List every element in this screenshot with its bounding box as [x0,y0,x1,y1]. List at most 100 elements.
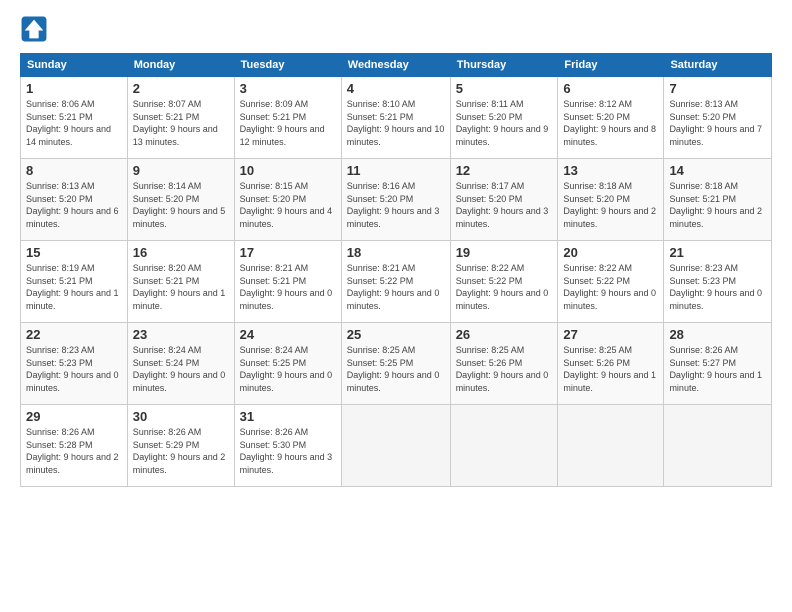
day-info: Sunrise: 8:24 AMSunset: 5:25 PMDaylight:… [240,344,336,394]
day-number: 24 [240,327,336,342]
day-number: 19 [456,245,553,260]
calendar-table: SundayMondayTuesdayWednesdayThursdayFrid… [20,53,772,487]
day-number: 8 [26,163,122,178]
day-info: Sunrise: 8:26 AMSunset: 5:28 PMDaylight:… [26,426,122,476]
calendar-cell: 10 Sunrise: 8:15 AMSunset: 5:20 PMDaylig… [234,159,341,241]
weekday-header-tuesday: Tuesday [234,54,341,77]
calendar-cell: 5 Sunrise: 8:11 AMSunset: 5:20 PMDayligh… [450,77,558,159]
day-info: Sunrise: 8:18 AMSunset: 5:20 PMDaylight:… [563,180,658,230]
day-number: 12 [456,163,553,178]
calendar-cell: 3 Sunrise: 8:09 AMSunset: 5:21 PMDayligh… [234,77,341,159]
day-number: 22 [26,327,122,342]
day-number: 27 [563,327,658,342]
calendar-cell: 15 Sunrise: 8:19 AMSunset: 5:21 PMDaylig… [21,241,128,323]
day-info: Sunrise: 8:18 AMSunset: 5:21 PMDaylight:… [669,180,766,230]
weekday-header-sunday: Sunday [21,54,128,77]
calendar-cell: 11 Sunrise: 8:16 AMSunset: 5:20 PMDaylig… [341,159,450,241]
day-info: Sunrise: 8:23 AMSunset: 5:23 PMDaylight:… [669,262,766,312]
weekday-header-wednesday: Wednesday [341,54,450,77]
day-number: 6 [563,81,658,96]
calendar-cell: 31 Sunrise: 8:26 AMSunset: 5:30 PMDaylig… [234,405,341,487]
day-info: Sunrise: 8:25 AMSunset: 5:26 PMDaylight:… [563,344,658,394]
day-info: Sunrise: 8:22 AMSunset: 5:22 PMDaylight:… [456,262,553,312]
day-number: 28 [669,327,766,342]
calendar-cell: 24 Sunrise: 8:24 AMSunset: 5:25 PMDaylig… [234,323,341,405]
calendar-cell: 1 Sunrise: 8:06 AMSunset: 5:21 PMDayligh… [21,77,128,159]
weekday-header-saturday: Saturday [664,54,772,77]
day-number: 25 [347,327,445,342]
day-number: 18 [347,245,445,260]
calendar-page: SundayMondayTuesdayWednesdayThursdayFrid… [0,0,792,612]
day-number: 20 [563,245,658,260]
header [20,15,772,43]
calendar-cell: 21 Sunrise: 8:23 AMSunset: 5:23 PMDaylig… [664,241,772,323]
day-number: 9 [133,163,229,178]
calendar-cell: 14 Sunrise: 8:18 AMSunset: 5:21 PMDaylig… [664,159,772,241]
day-info: Sunrise: 8:22 AMSunset: 5:22 PMDaylight:… [563,262,658,312]
day-info: Sunrise: 8:25 AMSunset: 5:25 PMDaylight:… [347,344,445,394]
day-number: 17 [240,245,336,260]
calendar-cell: 2 Sunrise: 8:07 AMSunset: 5:21 PMDayligh… [127,77,234,159]
day-number: 4 [347,81,445,96]
day-info: Sunrise: 8:06 AMSunset: 5:21 PMDaylight:… [26,98,122,148]
day-info: Sunrise: 8:25 AMSunset: 5:26 PMDaylight:… [456,344,553,394]
day-info: Sunrise: 8:09 AMSunset: 5:21 PMDaylight:… [240,98,336,148]
day-info: Sunrise: 8:26 AMSunset: 5:27 PMDaylight:… [669,344,766,394]
day-info: Sunrise: 8:26 AMSunset: 5:29 PMDaylight:… [133,426,229,476]
calendar-cell: 9 Sunrise: 8:14 AMSunset: 5:20 PMDayligh… [127,159,234,241]
day-info: Sunrise: 8:07 AMSunset: 5:21 PMDaylight:… [133,98,229,148]
weekday-header-monday: Monday [127,54,234,77]
day-number: 3 [240,81,336,96]
calendar-cell: 26 Sunrise: 8:25 AMSunset: 5:26 PMDaylig… [450,323,558,405]
calendar-cell: 22 Sunrise: 8:23 AMSunset: 5:23 PMDaylig… [21,323,128,405]
calendar-cell: 4 Sunrise: 8:10 AMSunset: 5:21 PMDayligh… [341,77,450,159]
calendar-cell: 23 Sunrise: 8:24 AMSunset: 5:24 PMDaylig… [127,323,234,405]
calendar-cell: 29 Sunrise: 8:26 AMSunset: 5:28 PMDaylig… [21,405,128,487]
day-info: Sunrise: 8:23 AMSunset: 5:23 PMDaylight:… [26,344,122,394]
calendar-cell [664,405,772,487]
calendar-cell [341,405,450,487]
day-number: 15 [26,245,122,260]
day-number: 10 [240,163,336,178]
day-info: Sunrise: 8:14 AMSunset: 5:20 PMDaylight:… [133,180,229,230]
day-number: 16 [133,245,229,260]
day-info: Sunrise: 8:20 AMSunset: 5:21 PMDaylight:… [133,262,229,312]
day-number: 14 [669,163,766,178]
day-info: Sunrise: 8:12 AMSunset: 5:20 PMDaylight:… [563,98,658,148]
day-info: Sunrise: 8:21 AMSunset: 5:21 PMDaylight:… [240,262,336,312]
day-info: Sunrise: 8:16 AMSunset: 5:20 PMDaylight:… [347,180,445,230]
calendar-cell: 12 Sunrise: 8:17 AMSunset: 5:20 PMDaylig… [450,159,558,241]
calendar-cell: 6 Sunrise: 8:12 AMSunset: 5:20 PMDayligh… [558,77,664,159]
logo [20,15,52,43]
calendar-cell: 25 Sunrise: 8:25 AMSunset: 5:25 PMDaylig… [341,323,450,405]
calendar-cell [450,405,558,487]
day-number: 5 [456,81,553,96]
calendar-cell [558,405,664,487]
day-number: 23 [133,327,229,342]
day-info: Sunrise: 8:24 AMSunset: 5:24 PMDaylight:… [133,344,229,394]
day-number: 31 [240,409,336,424]
calendar-cell: 27 Sunrise: 8:25 AMSunset: 5:26 PMDaylig… [558,323,664,405]
calendar-cell: 7 Sunrise: 8:13 AMSunset: 5:20 PMDayligh… [664,77,772,159]
day-info: Sunrise: 8:21 AMSunset: 5:22 PMDaylight:… [347,262,445,312]
day-number: 2 [133,81,229,96]
day-info: Sunrise: 8:10 AMSunset: 5:21 PMDaylight:… [347,98,445,148]
day-info: Sunrise: 8:13 AMSunset: 5:20 PMDaylight:… [669,98,766,148]
calendar-cell: 30 Sunrise: 8:26 AMSunset: 5:29 PMDaylig… [127,405,234,487]
day-info: Sunrise: 8:13 AMSunset: 5:20 PMDaylight:… [26,180,122,230]
calendar-cell: 18 Sunrise: 8:21 AMSunset: 5:22 PMDaylig… [341,241,450,323]
weekday-header-thursday: Thursday [450,54,558,77]
day-number: 30 [133,409,229,424]
day-info: Sunrise: 8:26 AMSunset: 5:30 PMDaylight:… [240,426,336,476]
day-info: Sunrise: 8:17 AMSunset: 5:20 PMDaylight:… [456,180,553,230]
day-info: Sunrise: 8:19 AMSunset: 5:21 PMDaylight:… [26,262,122,312]
calendar-cell: 20 Sunrise: 8:22 AMSunset: 5:22 PMDaylig… [558,241,664,323]
calendar-cell: 16 Sunrise: 8:20 AMSunset: 5:21 PMDaylig… [127,241,234,323]
day-number: 26 [456,327,553,342]
day-number: 13 [563,163,658,178]
day-number: 21 [669,245,766,260]
calendar-cell: 17 Sunrise: 8:21 AMSunset: 5:21 PMDaylig… [234,241,341,323]
calendar-cell: 28 Sunrise: 8:26 AMSunset: 5:27 PMDaylig… [664,323,772,405]
logo-icon [20,15,48,43]
day-number: 11 [347,163,445,178]
